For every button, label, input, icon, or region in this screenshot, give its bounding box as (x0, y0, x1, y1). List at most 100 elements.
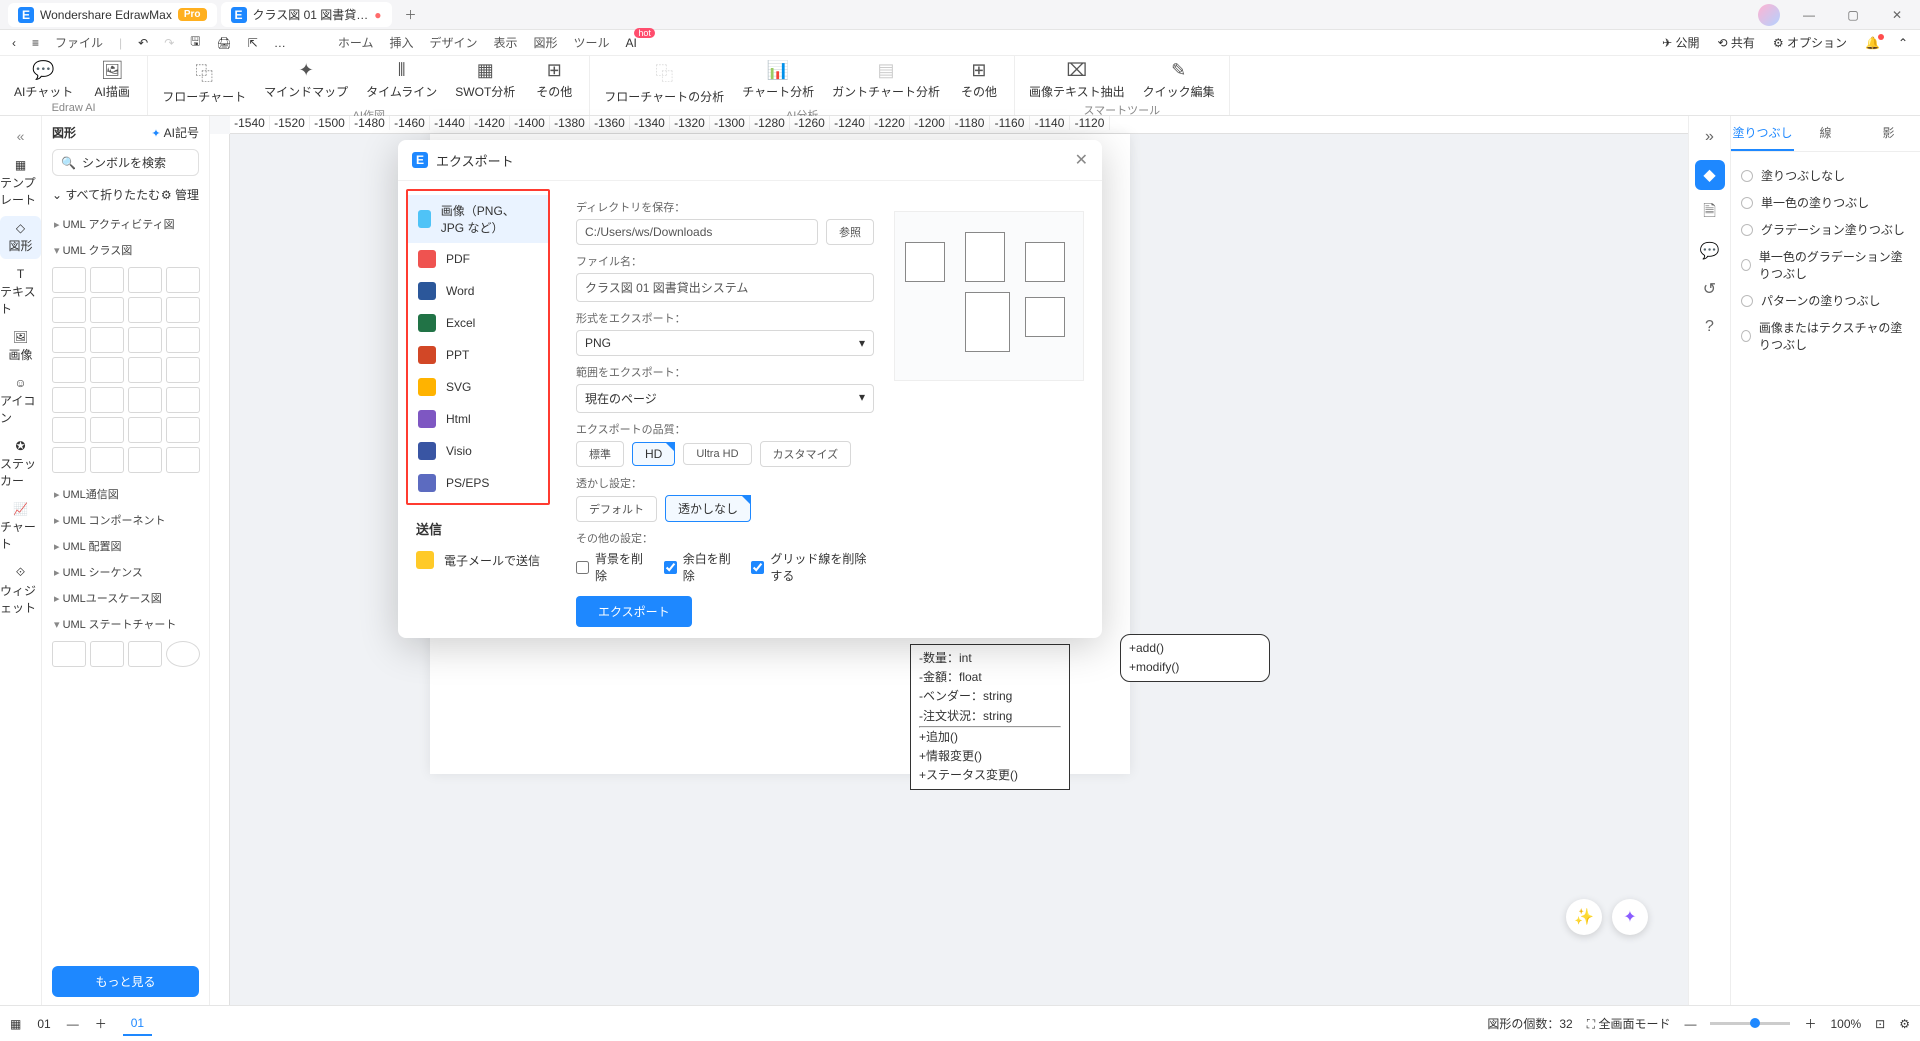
quality-hd[interactable]: HD (632, 442, 675, 466)
tree-item[interactable]: UMLユースケース図 (50, 585, 201, 611)
rail-sticker[interactable]: ✪ステッカー (0, 434, 41, 494)
shape-thumb[interactable] (166, 327, 200, 353)
tab-line[interactable]: 線 (1794, 116, 1857, 151)
dir-input[interactable]: C:/Users/ws/Downloads (576, 219, 818, 245)
ai-draw-button[interactable]: 🖼AI描画 (91, 60, 133, 100)
user-avatar[interactable] (1758, 4, 1780, 26)
new-tab-button[interactable]: ＋ (396, 0, 426, 30)
filename-input[interactable]: クラス図 01 図書貸出システム (576, 273, 874, 302)
uml-class-box[interactable]: +add() +modify() (1120, 634, 1270, 682)
save-button[interactable]: 🖫 (190, 32, 200, 53)
watermark-default[interactable]: デフォルト (576, 496, 657, 522)
help-icon[interactable]: ? (1695, 312, 1725, 342)
format-select[interactable]: PNG▾ (576, 330, 874, 356)
ai-chat-button[interactable]: 💬AIチャット (14, 60, 73, 100)
mindmap-button[interactable]: ✦マインドマップ (264, 60, 348, 105)
symbol-search-input[interactable]: 🔍 シンボルを検索 (52, 149, 199, 176)
shape-thumb[interactable] (128, 417, 162, 443)
fill-option[interactable]: 塗りつぶしなし (1741, 162, 1910, 189)
print-button[interactable]: 🖨 (217, 36, 232, 50)
ai-symbol-button[interactable]: ✦ AI記号 (151, 124, 199, 141)
shape-thumb[interactable] (166, 641, 200, 667)
menu-insert[interactable]: 挿入 (389, 34, 413, 51)
quick-edit-button[interactable]: ✎クイック編集 (1143, 60, 1215, 100)
remove-bg-checkbox[interactable]: 背景を削除 (576, 550, 646, 584)
rail-chart[interactable]: 📈チャート (0, 497, 41, 557)
shape-thumb[interactable] (52, 267, 86, 293)
uml-class-box[interactable]: -数量：int -金額：float -ベンダー：string -注文状況：str… (910, 644, 1070, 790)
fab-magic-button[interactable]: ✦ (1612, 899, 1648, 935)
maximize-button[interactable]: ▢ (1838, 0, 1868, 30)
timeline-button[interactable]: ⫴タイムライン (366, 60, 437, 105)
menu-display[interactable]: 表示 (493, 34, 517, 51)
share-button[interactable]: ⟲ 共有 (1717, 34, 1754, 51)
prev-page-button[interactable]: — (67, 1017, 79, 1031)
rail-shape[interactable]: ◇図形 (0, 216, 41, 259)
range-select[interactable]: 現在のページ▾ (576, 384, 874, 413)
quality-custom[interactable]: カスタマイズ (760, 441, 852, 467)
add-page-button[interactable]: ＋ (95, 1015, 107, 1032)
shape-thumb[interactable] (90, 641, 124, 667)
zoom-out-button[interactable]: — (1684, 1017, 1696, 1031)
collapse-ribbon-button[interactable]: ⌃ (1898, 36, 1908, 50)
export-button[interactable]: ⇱ (248, 36, 258, 50)
quality-ultrahd[interactable]: Ultra HD (683, 443, 751, 465)
shape-thumb[interactable] (52, 447, 86, 473)
fill-option[interactable]: パターンの塗りつぶし (1741, 287, 1910, 314)
format-image[interactable]: 画像（PNG、JPG など） (408, 195, 548, 243)
shape-thumb[interactable] (166, 387, 200, 413)
shape-thumb[interactable] (52, 641, 86, 667)
tab-fill[interactable]: 塗りつぶし (1731, 116, 1794, 151)
shape-thumb[interactable] (128, 267, 162, 293)
menu-tool[interactable]: ツール (574, 34, 610, 51)
shape-thumb[interactable] (52, 297, 86, 323)
shape-thumb[interactable] (90, 387, 124, 413)
rail-image[interactable]: 🖼画像 (0, 325, 41, 368)
shape-thumb[interactable] (128, 641, 162, 667)
notification-button[interactable]: 🔔 (1865, 36, 1880, 50)
format-ps[interactable]: PS/EPS (408, 467, 548, 499)
tree-item[interactable]: UML シーケンス (50, 559, 201, 585)
publish-button[interactable]: ✈ 公開 (1662, 34, 1699, 51)
expand-right-button[interactable]: » (1695, 122, 1725, 152)
document-tab[interactable]: E クラス図 01 図書貸… ● (221, 2, 392, 27)
tree-item[interactable]: UML ステートチャート (50, 611, 201, 637)
tree-item[interactable]: UML 配置図 (50, 533, 201, 559)
fill-option[interactable]: 画像またはテクスチャの塗りつぶし (1741, 314, 1910, 358)
menu-home[interactable]: ホーム (338, 34, 374, 51)
tree-item[interactable]: UML クラス図 (50, 237, 201, 263)
shape-thumb[interactable] (52, 327, 86, 353)
settings-icon[interactable]: ⚙ (1899, 1017, 1910, 1031)
shape-thumb[interactable] (90, 357, 124, 383)
tree-item[interactable]: UML コンポーネント (50, 507, 201, 533)
other-analysis-button[interactable]: ⊞その他 (958, 60, 1000, 105)
fold-all-button[interactable]: ⌄ すべて折りたたむ (52, 186, 160, 203)
format-ppt[interactable]: PPT (408, 339, 548, 371)
tree-item[interactable]: UML通信図 (50, 481, 201, 507)
fullscreen-button[interactable]: ⛶ 全画面モード (1587, 1015, 1671, 1032)
quality-standard[interactable]: 標準 (576, 441, 624, 467)
rail-icon[interactable]: ☺アイコン (0, 371, 41, 431)
shape-thumb[interactable] (166, 267, 200, 293)
back-button[interactable]: ‹ (12, 36, 16, 50)
shape-thumb[interactable] (52, 417, 86, 443)
zoom-slider[interactable] (1710, 1022, 1790, 1025)
options-button[interactable]: ⚙ オプション (1773, 34, 1847, 51)
swot-button[interactable]: ▦SWOT分析 (455, 60, 515, 105)
menu-ai[interactable]: AIhot (626, 36, 637, 50)
shape-thumb[interactable] (128, 327, 162, 353)
zoom-in-button[interactable]: ＋ (1804, 1015, 1816, 1032)
tab-shadow[interactable]: 影 (1857, 116, 1920, 151)
shape-thumb[interactable] (90, 417, 124, 443)
comment-icon[interactable]: 💬 (1695, 236, 1725, 266)
more-qat[interactable]: … (274, 36, 286, 50)
close-window-button[interactable]: ✕ (1882, 0, 1912, 30)
shape-thumb[interactable] (52, 387, 86, 413)
history-icon[interactable]: ↺ (1695, 274, 1725, 304)
collapse-left-button[interactable]: « (11, 122, 31, 150)
shape-thumb[interactable] (90, 327, 124, 353)
redo-button[interactable]: ↷ (164, 36, 174, 50)
format-html[interactable]: Html (408, 403, 548, 435)
shape-thumb[interactable] (52, 357, 86, 383)
shape-thumb[interactable] (166, 447, 200, 473)
